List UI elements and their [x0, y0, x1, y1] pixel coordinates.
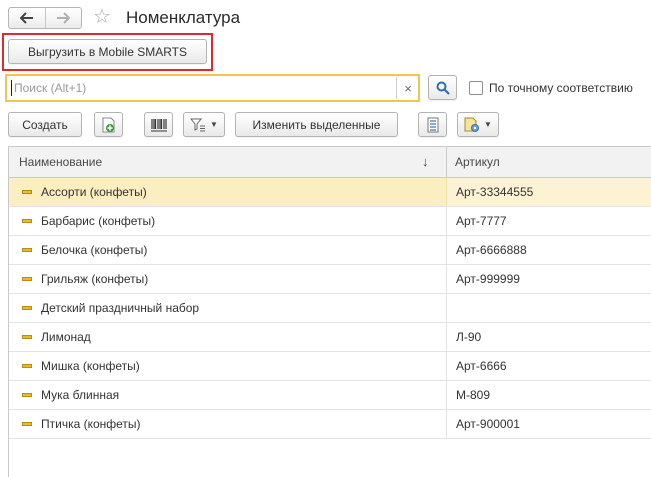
table-row[interactable]: Мишка (конфеты) Арт-6666: [9, 352, 651, 381]
item-indicator-icon: [22, 190, 32, 194]
reports-button[interactable]: ▼: [457, 112, 499, 137]
item-indicator-icon: [22, 277, 32, 281]
row-name: Грильяж (конфеты): [41, 272, 149, 286]
item-indicator-icon: [22, 393, 32, 397]
row-name: Мишка (конфеты): [41, 359, 140, 373]
add-document-icon: [102, 117, 114, 132]
list-icon: [427, 117, 438, 132]
chevron-down-icon: ▼: [210, 120, 218, 129]
row-article: Арт-6666: [456, 359, 507, 373]
list-view-button[interactable]: [418, 112, 447, 137]
row-name: Ассорти (конфеты): [41, 185, 147, 199]
row-article: Арт-33344555: [456, 185, 534, 199]
item-indicator-icon: [22, 335, 32, 339]
column-header-name[interactable]: Наименование: [19, 147, 102, 177]
item-indicator-icon: [22, 306, 32, 310]
table-row[interactable]: Лимонад Л-90: [9, 323, 651, 352]
item-indicator-icon: [22, 364, 32, 368]
report-settings-icon: [464, 117, 480, 132]
forward-arrow-icon: [57, 12, 71, 24]
close-icon: ×: [404, 80, 412, 96]
row-name: Лимонад: [41, 330, 91, 344]
exact-match-checkbox[interactable]: [469, 81, 483, 95]
back-button[interactable]: [9, 8, 45, 28]
text-caret: [11, 80, 12, 96]
export-mobile-smarts-button[interactable]: Выгрузить в Mobile SMARTS: [8, 39, 207, 64]
table-row[interactable]: Ассорти (конфеты) Арт-33344555: [9, 178, 651, 207]
search-input[interactable]: [8, 76, 396, 100]
row-name: Белочка (конфеты): [41, 243, 148, 257]
table-row[interactable]: Птичка (конфеты) Арт-900001: [9, 410, 651, 439]
exact-match-label: По точному соответствию: [489, 81, 633, 95]
row-article: Арт-999999: [456, 272, 520, 286]
row-name: Мука блинная: [41, 388, 120, 402]
barcode-button[interactable]: [144, 112, 173, 137]
item-indicator-icon: [22, 219, 32, 223]
table-row[interactable]: Грильяж (конфеты) Арт-999999: [9, 265, 651, 294]
table-row[interactable]: Белочка (конфеты) Арт-6666888: [9, 236, 651, 265]
edit-selected-button[interactable]: Изменить выделенные: [235, 112, 398, 137]
column-divider: [446, 147, 447, 177]
row-name: Барбарис (конфеты): [41, 214, 156, 228]
filter-button[interactable]: ▼: [183, 112, 225, 137]
table-row[interactable]: Барбарис (конфеты) Арт-7777: [9, 207, 651, 236]
history-nav: [8, 7, 82, 29]
create-button[interactable]: Создать: [8, 112, 82, 137]
create-copy-button[interactable]: [94, 112, 123, 137]
table-body: Ассорти (конфеты) Арт-33344555 Барбарис …: [9, 178, 651, 439]
row-name: Детский праздничный набор: [41, 301, 200, 315]
column-header-article[interactable]: Артикул: [455, 147, 500, 177]
sort-arrow-icon: ↓: [422, 154, 429, 169]
row-article: Л-90: [456, 330, 482, 344]
row-article: М-809: [456, 388, 491, 402]
row-article: Арт-900001: [456, 417, 520, 431]
filter-icon: [190, 118, 206, 131]
barcode-icon: [150, 118, 167, 131]
item-indicator-icon: [22, 422, 32, 426]
search-icon: [436, 81, 450, 95]
row-name: Птичка (конфеты): [41, 417, 141, 431]
item-indicator-icon: [22, 248, 32, 252]
back-arrow-icon: [19, 12, 33, 24]
favorite-star-icon[interactable]: ☆: [93, 6, 111, 28]
row-article: Арт-7777: [456, 214, 507, 228]
clear-search-button[interactable]: ×: [400, 77, 416, 99]
search-button[interactable]: [428, 75, 457, 100]
table-header: Наименование ↓ Артикул: [9, 147, 651, 178]
forward-button[interactable]: [44, 8, 82, 28]
items-table: Наименование ↓ Артикул Ассорти (конфеты)…: [8, 146, 651, 477]
row-article: Арт-6666888: [456, 243, 527, 257]
search-divider: [396, 77, 397, 99]
table-row[interactable]: Детский праздничный набор: [9, 294, 651, 323]
chevron-down-icon: ▼: [484, 120, 492, 129]
table-row[interactable]: Мука блинная М-809: [9, 381, 651, 410]
page-title: Номенклатура: [126, 8, 241, 27]
